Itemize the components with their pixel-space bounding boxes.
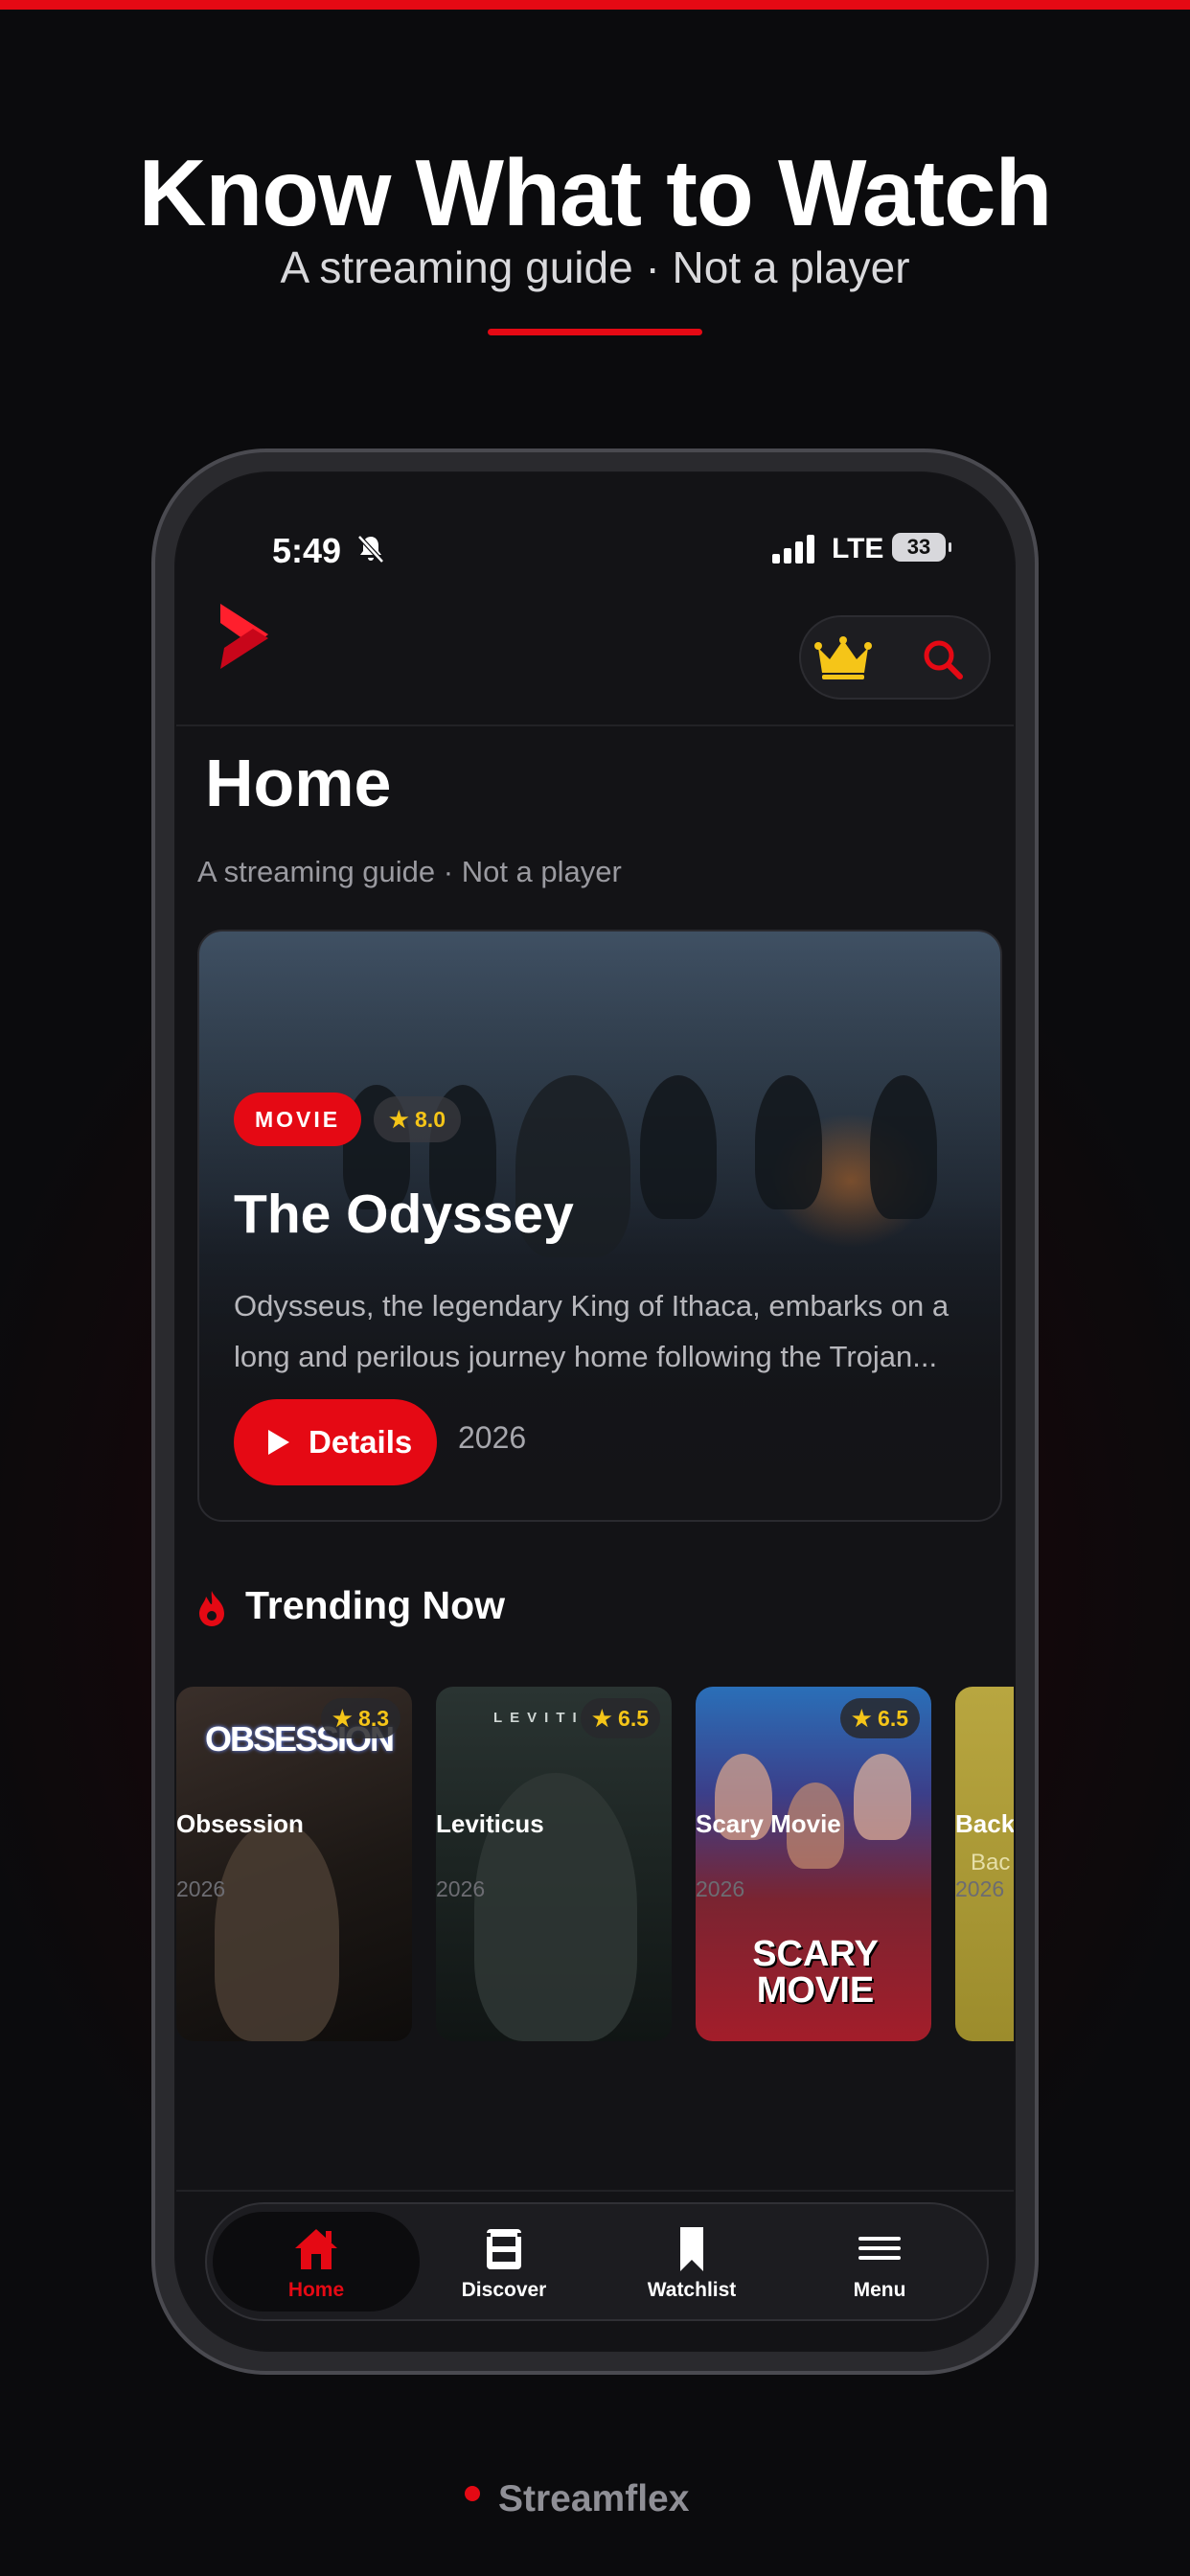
top-accent-stripe: [0, 0, 1190, 10]
poster-title: Backı: [955, 1809, 1014, 1838]
poster-year: 2026: [176, 1876, 226, 1901]
poster-rating: ★ 8.3: [321, 1698, 400, 1738]
home-icon: [295, 2229, 337, 2269]
poster-leviticus[interactable]: LEVITI ★ 6.5: [436, 1687, 672, 2041]
section-title-trending: Trending Now: [245, 1583, 506, 1627]
details-button-label: Details: [309, 1424, 413, 1460]
brand-dot: [465, 2486, 480, 2501]
poster-backrooms[interactable]: Bac: [955, 1687, 1014, 2041]
menu-icon: [858, 2237, 901, 2260]
poster-year: 2026: [436, 1876, 486, 1901]
phone-bezel: 5:49 LTE 33 Home A streaming guide · Not…: [174, 472, 1016, 2352]
poster-title-art: Bac: [971, 1850, 1011, 1875]
network-type: LTE: [832, 533, 884, 564]
header-actions: [799, 615, 991, 700]
status-time: 5:49: [272, 531, 342, 570]
poster-title: Scary Movie: [696, 1809, 841, 1838]
rating-badge: ★ 8.0: [374, 1096, 461, 1142]
tab-label: Home: [287, 2279, 345, 2301]
featured-card[interactable]: MOVIE ★ 8.0 The Odyssey Odysseus, the le…: [197, 930, 1002, 1522]
tab-label: Menu: [853, 2279, 906, 2301]
silent-bell-icon: [357, 535, 384, 564]
backdrop-figure: [640, 1075, 717, 1219]
featured-description: Odysseus, the legendary King of Ithaca, …: [234, 1289, 950, 1373]
poster-year: 2026: [696, 1876, 745, 1901]
poster-scary-movie[interactable]: SCARY MOVIE ★ 6.5: [696, 1687, 931, 2041]
tab-label: Watchlist: [647, 2279, 737, 2301]
poster-figure: [854, 1754, 911, 1840]
poster-rating: ★ 6.5: [840, 1698, 920, 1738]
page-title: Home: [205, 746, 392, 820]
bottom-tab-bar: Home Discover Watchlist Menu: [205, 2202, 989, 2321]
signal-icon: [772, 535, 814, 564]
poster-title-art: LEVITI: [493, 1710, 584, 1726]
header-divider: [176, 724, 1014, 726]
flame-icon: [199, 1591, 224, 1626]
crown-icon[interactable]: [814, 636, 872, 680]
poster-rating: ★ 6.5: [581, 1698, 660, 1738]
poster-title: Leviticus: [436, 1809, 544, 1838]
tab-home[interactable]: Home: [213, 2212, 420, 2312]
poster-figure: [215, 1821, 339, 2041]
backdrop-figure: [870, 1075, 937, 1219]
featured-year: 2026: [458, 1420, 527, 1455]
featured-title: The Odyssey: [234, 1184, 574, 1245]
streamflex-logo-icon: [220, 604, 268, 669]
tab-watchlist[interactable]: Watchlist: [588, 2212, 795, 2312]
app-screen: 5:49 LTE 33 Home A streaming guide · Not…: [176, 473, 1014, 2350]
tab-discover[interactable]: Discover: [400, 2212, 607, 2312]
tabbar-divider: [176, 2190, 1014, 2192]
bookmark-icon: [680, 2227, 703, 2271]
promo-divider: [488, 329, 702, 335]
poster-title: Obsession: [176, 1809, 304, 1838]
promo-headline: Know What to Watch: [138, 140, 1053, 245]
tab-label: Discover: [461, 2279, 547, 2301]
poster-year: 2026: [955, 1876, 1005, 1901]
phone-frame: 5:49 LTE 33 Home A streaming guide · Not…: [151, 448, 1039, 2375]
page-subtitle: A streaming guide · Not a player: [197, 855, 622, 888]
tab-menu[interactable]: Menu: [776, 2212, 983, 2312]
play-icon: [268, 1430, 289, 1455]
media-type-badge: MOVIE: [234, 1092, 362, 1146]
brand-name: Streamflex: [498, 2478, 690, 2519]
backdrop-figure: [755, 1075, 822, 1209]
film-icon: [487, 2229, 521, 2269]
details-button[interactable]: Details: [234, 1399, 437, 1485]
battery-indicator: 33: [892, 533, 951, 562]
poster-obsession[interactable]: OBSESSION ★ 8.3: [176, 1687, 412, 2041]
search-icon[interactable]: [922, 638, 964, 680]
poster-title-art: SCARY MOVIE: [752, 1934, 879, 2011]
promo-subheadline: A streaming guide · Not a player: [280, 242, 910, 292]
